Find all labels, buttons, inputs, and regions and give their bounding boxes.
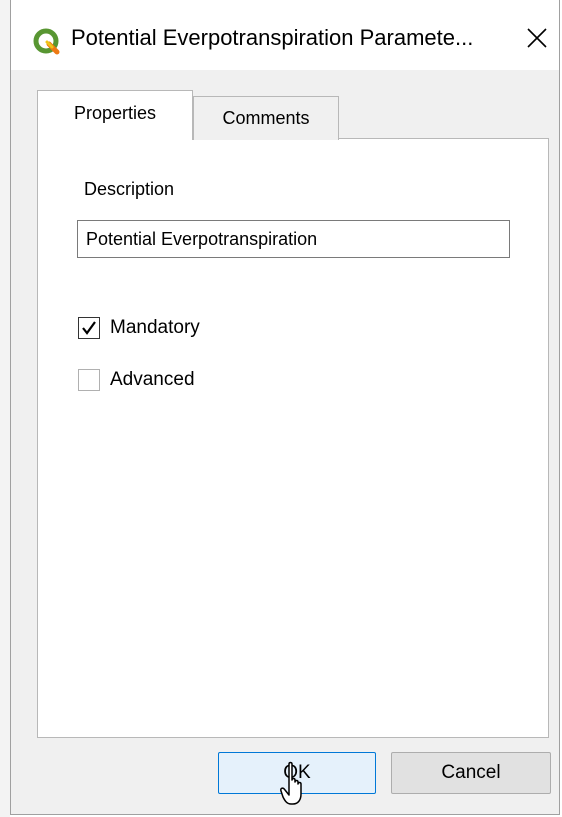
- window-title: Potential Everpotranspiration Paramete..…: [71, 25, 474, 50]
- mandatory-checkbox-row[interactable]: Mandatory: [78, 317, 200, 339]
- qgis-icon: [33, 28, 61, 56]
- tab-properties[interactable]: Properties: [37, 90, 193, 140]
- description-label: Description: [84, 179, 175, 199]
- background-window-edge: [0, 0, 10, 817]
- cancel-button[interactable]: Cancel: [391, 752, 551, 794]
- mandatory-checkbox[interactable]: [78, 317, 100, 339]
- properties-panel: Description Mandatory Advanced: [37, 138, 549, 738]
- mandatory-label: Mandatory: [110, 317, 200, 338]
- checkmark-icon: [82, 321, 96, 335]
- tab-comments-label: Comments: [222, 108, 310, 128]
- close-icon[interactable]: [521, 22, 553, 54]
- advanced-checkbox[interactable]: [78, 369, 100, 391]
- tab-comments[interactable]: Comments: [193, 96, 339, 140]
- tab-properties-label: Properties: [73, 103, 157, 123]
- advanced-checkbox-row[interactable]: Advanced: [78, 369, 195, 391]
- advanced-label: Advanced: [110, 369, 195, 390]
- description-input[interactable]: [77, 220, 510, 258]
- cancel-button-label: Cancel: [441, 762, 501, 783]
- parameter-dialog: Potential Everpotranspiration Paramete..…: [10, 0, 560, 815]
- title-bar[interactable]: Potential Everpotranspiration Paramete..…: [11, 0, 559, 70]
- mouse-pointer-icon: [280, 760, 310, 808]
